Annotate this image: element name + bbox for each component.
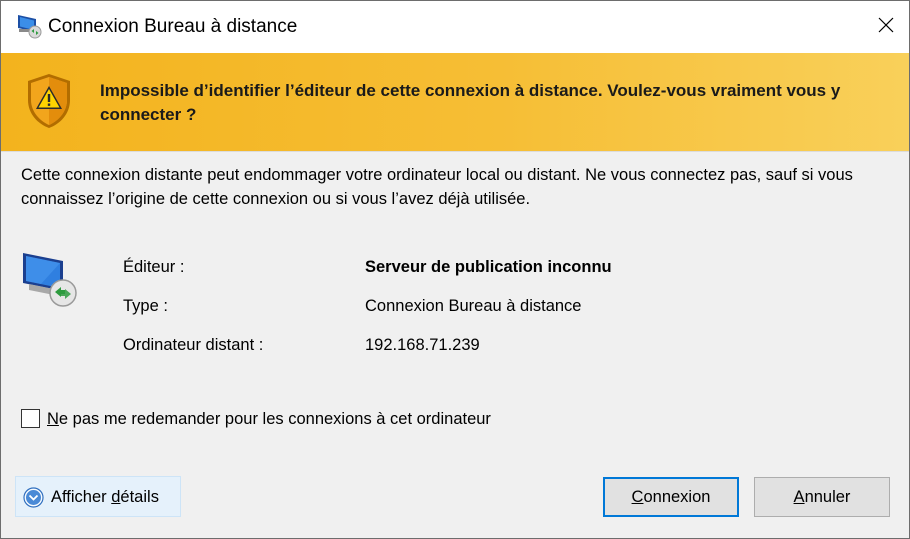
risk-description: Cette connexion distante peut endommager… (21, 166, 853, 208)
dont-ask-mnemonic: N (47, 410, 59, 428)
type-label: Type : (123, 297, 168, 315)
publisher-label: Éditeur : (123, 258, 185, 276)
close-icon (878, 17, 894, 38)
title-bar[interactable]: Connexion Bureau à distance (1, 1, 909, 53)
remote-desktop-icon (16, 13, 42, 39)
remote-computer-value: 192.168.71.239 (365, 336, 480, 354)
dont-ask-again-label[interactable]: Ne pas me redemander pour les connexions… (47, 410, 491, 429)
remote-computer-label: Ordinateur distant : (123, 336, 264, 354)
warning-shield-icon (25, 72, 73, 130)
dont-ask-again-checkbox[interactable] (21, 409, 40, 428)
connect-mnemonic: C (631, 487, 644, 506)
chevron-down-circle-icon (23, 487, 44, 508)
cancel-button[interactable]: Annuler (754, 477, 890, 517)
publisher-value: Serveur de publication inconnu (365, 258, 612, 276)
window-title: Connexion Bureau à distance (48, 16, 298, 37)
type-value: Connexion Bureau à distance (365, 297, 582, 315)
dont-ask-label-text: e pas me redemander pour les connexions … (58, 410, 491, 428)
details-prefix: Afficher (51, 488, 112, 506)
remote-computer-icon (21, 251, 77, 309)
banner-divider (1, 151, 909, 152)
details-rest: étails (120, 488, 159, 506)
dialog-window: Connexion Bureau à distance Impossible d… (0, 0, 910, 539)
warning-message: Impossible d’identifier l’éditeur de cet… (100, 81, 841, 124)
warning-banner: Impossible d’identifier l’éditeur de cet… (1, 53, 909, 151)
cancel-mnemonic: A (793, 487, 805, 506)
connect-label: onnexion (643, 487, 711, 506)
close-button[interactable] (863, 1, 909, 53)
show-details-button[interactable]: Afficher détails (15, 476, 181, 517)
show-details-label: Afficher détails (51, 488, 159, 507)
connect-button[interactable]: Connexion (603, 477, 739, 517)
cancel-label: nnuler (804, 487, 851, 506)
